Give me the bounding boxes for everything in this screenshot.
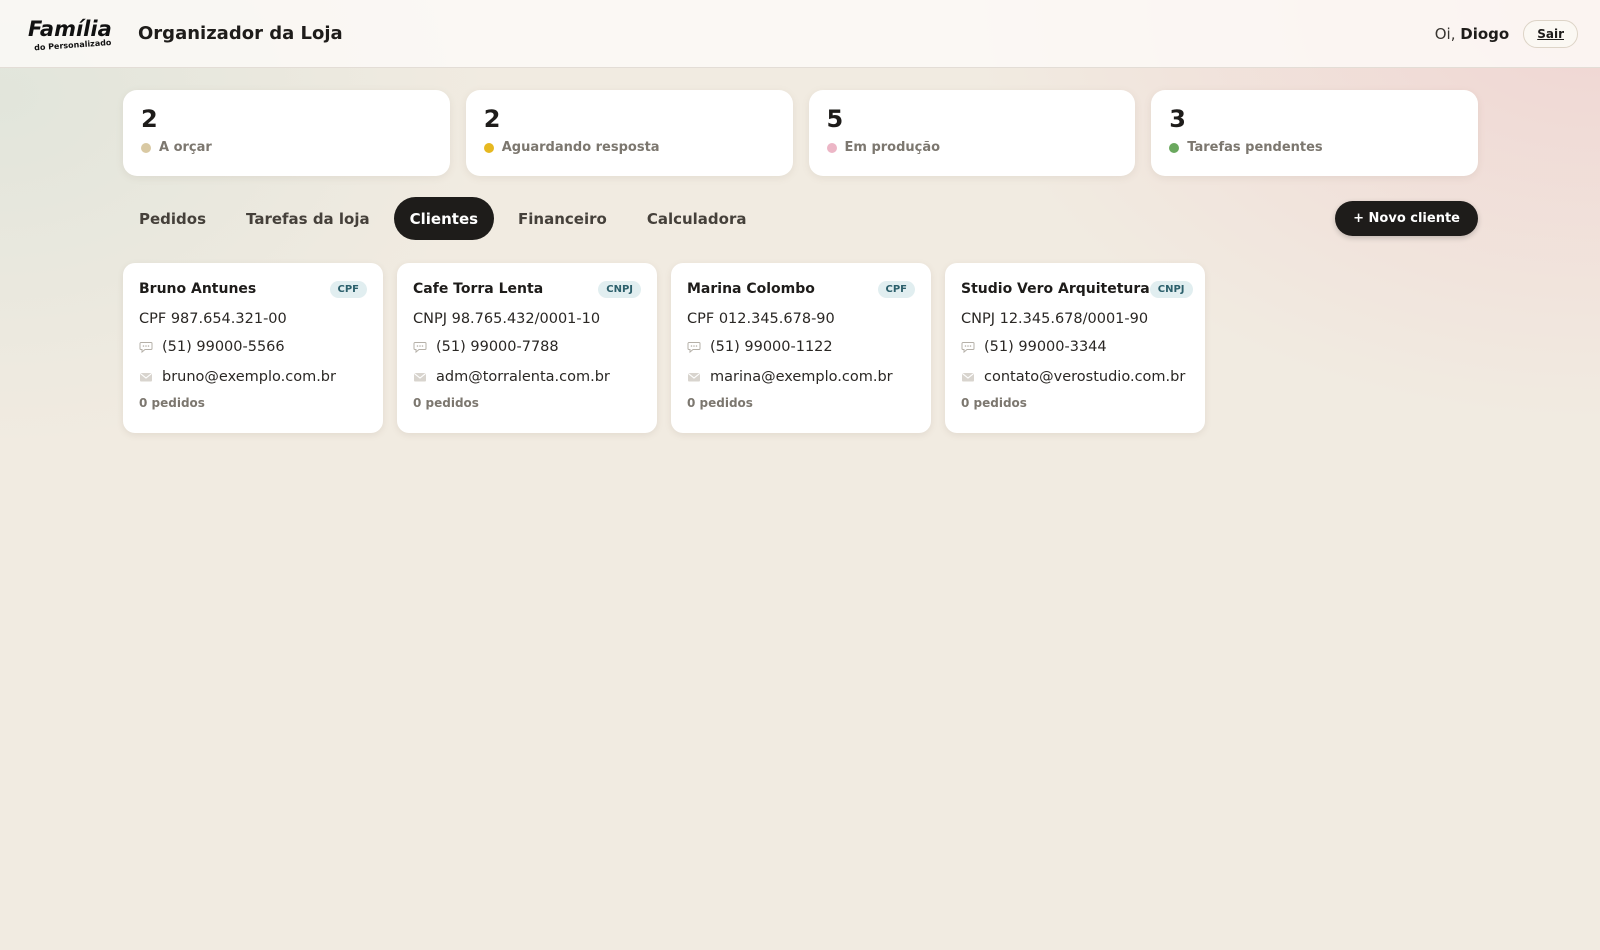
stat-value: 2 (483, 105, 501, 133)
stat-value: 5 (826, 105, 844, 133)
client-type-badge: CPF (329, 280, 367, 298)
user-name: Diogo (1460, 24, 1510, 43)
client-card[interactable]: Marina Colombo CPF CPF 012.345.678-90 (5… (671, 263, 931, 433)
client-name: Cafe Torra Lenta (413, 281, 544, 297)
client-phone: (51) 99000-7788 (436, 339, 559, 355)
tab-financeiro[interactable]: Financeiro (502, 197, 623, 240)
client-type-badge: CNPJ (598, 280, 641, 298)
client-name: Studio Vero Arquitetura (961, 281, 1150, 297)
envelope-icon (961, 372, 975, 382)
logout-button[interactable]: Sair (1523, 19, 1578, 48)
client-orders-count: 0 pedidos (413, 396, 479, 410)
client-card[interactable]: Studio Vero Arquitetura CNPJ CNPJ 12.345… (945, 263, 1205, 433)
stat-label: Em produção (844, 140, 941, 155)
client-phone-row: (51) 99000-7788 (413, 332, 641, 362)
client-email-row: contato@verostudio.com.br (961, 362, 1189, 392)
app-title: Organizador da Loja (138, 23, 343, 44)
client-orders-count: 0 pedidos (139, 396, 205, 410)
stat-card-em-producao[interactable]: 5 Em produção (808, 90, 1136, 176)
client-document: CPF 012.345.678-90 (687, 311, 835, 327)
stat-label: Aguardando resposta (501, 140, 660, 155)
familia-logo[interactable]: Família do Personalizado (28, 14, 118, 54)
stat-card-a-orcar[interactable]: 2 A orçar (123, 90, 450, 176)
client-card[interactable]: Cafe Torra Lenta CNPJ CNPJ 98.765.432/00… (397, 263, 657, 433)
svg-text:Família: Família (28, 17, 112, 41)
client-email: bruno@exemplo.com.br (162, 369, 336, 385)
client-type-badge: CNPJ (1149, 280, 1193, 298)
stat-value: 3 (1169, 105, 1186, 133)
client-document: CNPJ 12.345.678/0001-90 (961, 311, 1149, 327)
tab-calculadora[interactable]: Calculadora (631, 197, 763, 240)
speech-bubble-icon (139, 342, 153, 354)
speech-bubble-icon (413, 342, 427, 354)
client-name: Marina Colombo (687, 281, 815, 297)
client-phone-row: (51) 99000-1122 (687, 332, 915, 362)
client-email: marina@exemplo.com.br (710, 369, 893, 385)
stats-row: 2 A orçar 2 Aguardando resposta 5 Em pro… (123, 90, 1478, 176)
greeting: Oi, Diogo (1435, 25, 1509, 43)
top-bar: Família do Personalizado Organizador da … (0, 0, 1600, 68)
client-name: Bruno Antunes (139, 281, 257, 297)
status-dot-icon (483, 142, 494, 153)
client-email: adm@torralenta.com.br (436, 369, 610, 385)
client-email-row: adm@torralenta.com.br (413, 362, 641, 392)
client-phone-row: (51) 99000-5566 (139, 332, 367, 362)
client-card[interactable]: Bruno Antunes CPF CPF 987.654.321-00 (51… (123, 263, 383, 433)
tab-pedidos[interactable]: Pedidos (123, 197, 222, 240)
client-orders-count: 0 pedidos (961, 396, 1027, 410)
stat-value: 2 (141, 105, 158, 133)
stat-card-aguardando[interactable]: 2 Aguardando resposta (465, 90, 793, 176)
client-type-badge: CPF (877, 280, 915, 298)
client-orders-count: 0 pedidos (687, 396, 753, 410)
client-document: CNPJ 98.765.432/0001-10 (413, 311, 601, 327)
client-phone: (51) 99000-3344 (984, 339, 1107, 355)
status-dot-icon (1169, 142, 1180, 153)
status-dot-icon (826, 142, 837, 153)
envelope-icon (413, 372, 427, 382)
client-phone: (51) 99000-1122 (710, 339, 833, 355)
greeting-prefix: Oi, (1434, 24, 1456, 43)
client-list: Bruno Antunes CPF CPF 987.654.321-00 (51… (123, 263, 1205, 433)
client-phone: (51) 99000-5566 (162, 339, 285, 355)
speech-bubble-icon (687, 342, 701, 354)
envelope-icon (687, 372, 701, 382)
client-email: contato@verostudio.com.br (984, 369, 1186, 385)
client-document: CPF 987.654.321-00 (139, 311, 287, 327)
client-email-row: bruno@exemplo.com.br (139, 362, 367, 392)
client-email-row: marina@exemplo.com.br (687, 362, 915, 392)
stat-card-tarefas[interactable]: 3 Tarefas pendentes (1151, 90, 1478, 176)
client-phone-row: (51) 99000-3344 (961, 332, 1189, 362)
tab-clientes[interactable]: Clientes (393, 197, 495, 240)
tab-tarefas-da-loja[interactable]: Tarefas da loja (230, 197, 386, 240)
stat-label: Tarefas pendentes (1187, 140, 1323, 155)
main-tabs: Pedidos Tarefas da loja Clientes Finance… (123, 197, 1478, 240)
envelope-icon (139, 372, 153, 382)
speech-bubble-icon (961, 342, 975, 354)
status-dot-icon (141, 142, 151, 153)
stat-label: A orçar (159, 140, 212, 155)
new-client-button[interactable]: + Novo cliente (1335, 201, 1478, 236)
